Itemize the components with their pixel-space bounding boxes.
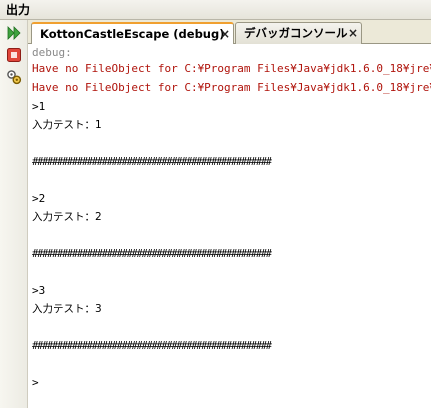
console-line: ########################################… <box>32 248 272 260</box>
console-line: 入力テスト：3 <box>32 303 102 315</box>
console-line: > <box>32 376 39 389</box>
stop-icon <box>7 48 21 62</box>
rerun-icon <box>7 26 21 40</box>
settings-icon <box>7 70 22 85</box>
console-line: >2 <box>32 192 46 205</box>
output-tabs: KottonCastleEscape (debug) × デバッガコンソール × <box>28 20 431 45</box>
tab-debugger-console[interactable]: デバッガコンソール × <box>235 22 362 44</box>
close-icon[interactable]: × <box>348 26 358 40</box>
console-output[interactable]: debug: Have no FileObject for C:¥Program … <box>28 44 431 408</box>
output-toolbar <box>0 20 28 408</box>
close-icon[interactable]: × <box>220 27 230 41</box>
console-line: debug: <box>32 46 72 59</box>
console-line: ########################################… <box>32 156 272 168</box>
output-window-titlebar: 出力 <box>0 0 431 20</box>
console-line: Have no FileObject for C:¥Program Files¥… <box>32 81 431 94</box>
console-line: >3 <box>32 284 46 297</box>
console-line: ########################################… <box>32 340 272 352</box>
window-title: 出力 <box>6 3 31 17</box>
console-line: 入力テスト：1 <box>32 119 102 131</box>
console-line: 入力テスト：2 <box>32 211 102 223</box>
stop-button[interactable] <box>5 46 23 64</box>
tab-label: KottonCastleEscape (debug) <box>40 27 225 41</box>
rerun-button[interactable] <box>5 24 23 42</box>
console-line: Have no FileObject for C:¥Program Files¥… <box>32 62 431 75</box>
settings-button[interactable] <box>5 68 23 86</box>
tab-label: デバッガコンソール <box>244 26 348 40</box>
tab-kottoncastleescape-debug[interactable]: KottonCastleEscape (debug) × <box>31 22 234 45</box>
console-line: >1 <box>32 100 46 113</box>
